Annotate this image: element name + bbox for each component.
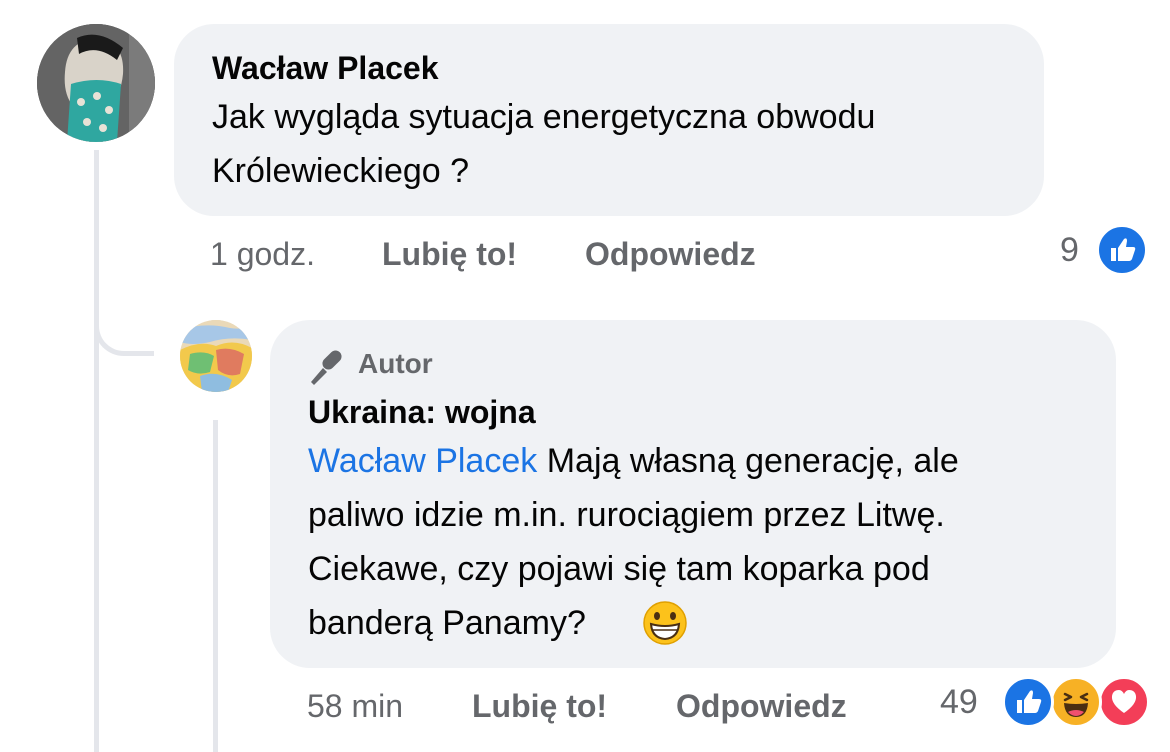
avatar-map-image bbox=[180, 320, 252, 392]
author-badge-label: Autor bbox=[358, 348, 433, 379]
microphone-icon bbox=[306, 346, 346, 386]
comment-text-line: Jak wygląda sytuacja energetyczna obwodu bbox=[212, 98, 876, 136]
reply-button[interactable]: Odpowiedz bbox=[585, 234, 756, 274]
thread-line bbox=[94, 150, 99, 752]
reply-text: Mają własną generację, ale bbox=[537, 442, 959, 480]
reply-button[interactable]: Odpowiedz bbox=[676, 686, 847, 726]
reaction-count[interactable]: 9 bbox=[1060, 230, 1079, 270]
comment-text-line: Królewieckiego ? bbox=[212, 152, 470, 190]
reply-text-line: Wacław Placek Mają własną generację, ale bbox=[308, 434, 959, 488]
comment-bubble: Wacław Placek Jak wygląda sytuacja energ… bbox=[174, 24, 1044, 216]
like-button[interactable]: Lubię to! bbox=[382, 234, 517, 274]
reply-bubble: Autor Ukraina: wojna Wacław Placek Mają … bbox=[270, 320, 1116, 668]
reply-text-line: banderą Panamy? bbox=[308, 596, 586, 650]
grinning-face-icon bbox=[642, 600, 688, 646]
haha-icon[interactable] bbox=[1050, 676, 1102, 728]
comment-time[interactable]: 1 godz. bbox=[210, 234, 315, 274]
reply-text-line: paliwo idzie m.in. rurociągiem przez Lit… bbox=[308, 496, 945, 534]
love-icon[interactable] bbox=[1098, 676, 1150, 728]
reply-text-line: Ciekawe, czy pojawi się tam koparka pod bbox=[308, 550, 930, 588]
avatar-image bbox=[37, 24, 155, 142]
avatar[interactable] bbox=[180, 320, 252, 392]
like-icon[interactable] bbox=[1002, 676, 1054, 728]
reply-text: banderą Panamy? bbox=[308, 604, 586, 642]
comment-author[interactable]: Wacław Placek bbox=[212, 48, 439, 88]
like-icon[interactable] bbox=[1096, 224, 1148, 276]
reply-thread-line bbox=[213, 420, 218, 752]
avatar[interactable] bbox=[37, 24, 155, 142]
reaction-count[interactable]: 49 bbox=[940, 682, 978, 722]
mention-link[interactable]: Wacław Placek bbox=[308, 442, 537, 480]
reply-time[interactable]: 58 min bbox=[307, 686, 403, 726]
thread-branch bbox=[94, 300, 154, 356]
reply-author[interactable]: Ukraina: wojna bbox=[308, 392, 536, 432]
like-button[interactable]: Lubię to! bbox=[472, 686, 607, 726]
